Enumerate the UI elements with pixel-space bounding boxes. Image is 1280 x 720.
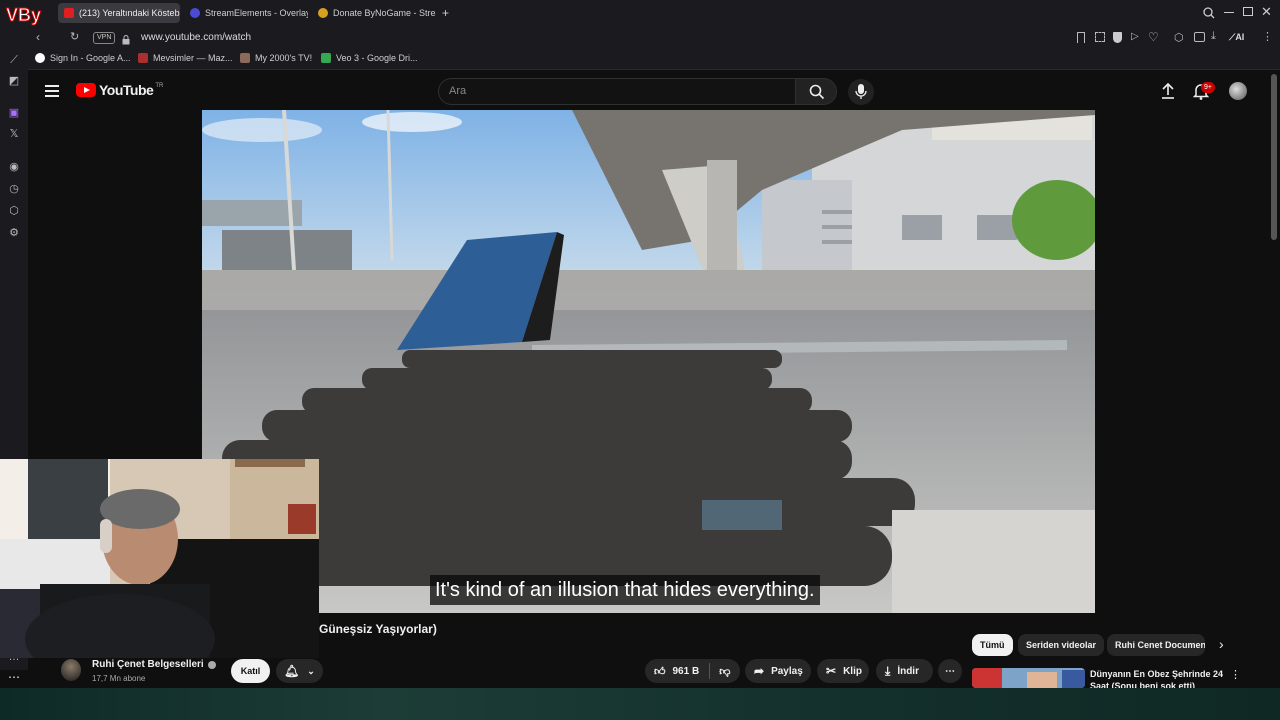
- wallet-icon[interactable]: [1194, 32, 1205, 42]
- youtube-logo[interactable]: YouTube TR: [76, 82, 163, 98]
- like-dislike-group: 👍︎ 961 B 👎︎: [645, 659, 740, 683]
- bookmarks-bar: Sign In - Google A... Mevsimler — Maz...…: [0, 50, 1280, 70]
- microphone-icon: [855, 84, 867, 99]
- aria-icon[interactable]: ⟋: [7, 53, 21, 67]
- bookmark-mevsimler[interactable]: Mevsimler — Maz...: [138, 53, 233, 63]
- stream-overlay-strip: [0, 688, 1280, 720]
- scissors-icon: ✂︎: [826, 664, 837, 678]
- chip-all[interactable]: Tümü: [972, 634, 1013, 656]
- video-subtitle: It's kind of an illusion that hides ever…: [430, 575, 820, 605]
- shield-icon[interactable]: [1113, 32, 1122, 43]
- chip-series-videos[interactable]: Seriden videolar: [1018, 634, 1105, 656]
- subscriber-count: 17,7 Mn abone: [92, 674, 146, 683]
- clip-button[interactable]: ✂︎ Klip: [817, 659, 869, 683]
- player-icon[interactable]: ◉: [7, 160, 21, 174]
- more-options-button[interactable]: ⋯: [938, 659, 962, 683]
- upload-icon[interactable]: [1161, 82, 1175, 104]
- download-button[interactable]: ⤓ İndir: [876, 659, 933, 683]
- bookmark-veo3-drive[interactable]: Veo 3 - Google Dri...: [321, 53, 418, 63]
- rec-menu-icon[interactable]: ⋮: [1230, 668, 1241, 681]
- tab-youtube[interactable]: (213) Yeraltındaki Köstebe: [58, 3, 180, 23]
- back-icon[interactable]: ‹: [36, 30, 40, 44]
- heart-icon[interactable]: ♡: [1148, 30, 1159, 44]
- settings-icon[interactable]: ⚙: [7, 226, 21, 240]
- page-scrollbar[interactable]: [1271, 74, 1277, 240]
- video-title: Güneşsiz Yaşıyorlar): [319, 622, 437, 636]
- chevron-right-icon[interactable]: ›: [1219, 636, 1224, 652]
- reload-icon[interactable]: ↻: [70, 30, 79, 43]
- dislike-button[interactable]: 👎︎: [719, 665, 730, 678]
- streamelements-favicon-icon: [190, 8, 200, 18]
- account-avatar[interactable]: [1229, 82, 1247, 100]
- messenger-icon[interactable]: ◩: [7, 74, 21, 88]
- vpn-badge[interactable]: VPN: [93, 32, 116, 44]
- more-actions-icon[interactable]: ⋯: [8, 670, 20, 684]
- download-icon[interactable]: ⤓: [1211, 30, 1216, 43]
- svg-text:VBy: VBy: [6, 5, 41, 25]
- voice-search-button[interactable]: [848, 79, 874, 105]
- lock-icon[interactable]: [122, 32, 130, 45]
- download-arrow-icon: ⤓: [885, 663, 891, 678]
- restore-icon[interactable]: [1243, 7, 1253, 16]
- search-tabs-icon[interactable]: [1203, 6, 1215, 24]
- mevsimler-favicon-icon: [138, 53, 148, 63]
- tab-donate[interactable]: Donate ByNoGame - Strea: [312, 3, 436, 23]
- more-horizontal-icon: ⋯: [945, 665, 955, 677]
- notification-badge: 9+: [1201, 82, 1215, 93]
- extensions-icon[interactable]: ⬡: [1174, 31, 1184, 44]
- youtube-favicon-icon: [64, 8, 74, 18]
- search-input[interactable]: Ara: [438, 78, 796, 105]
- ai-button[interactable]: ⟋AI: [1229, 32, 1244, 43]
- new-tab-button[interactable]: +: [438, 3, 456, 23]
- verified-icon: [207, 660, 216, 669]
- browser-tab-bar: VBy (213) Yeraltındaki Köstebe StreamEle…: [0, 0, 1280, 26]
- hamburger-menu-icon[interactable]: [45, 85, 59, 97]
- chip-ruhi-cenet[interactable]: Ruhi Cenet Documen: [1107, 634, 1205, 656]
- bookmark-icon[interactable]: [1077, 32, 1085, 43]
- bookmark-my-2000s-tv[interactable]: My 2000's TV!: [240, 53, 312, 63]
- google-favicon-icon: [35, 53, 45, 63]
- share-arrow-icon: ➦: [754, 664, 765, 678]
- webcam-feed: [0, 459, 319, 658]
- thumbs-up-icon: 👍︎: [654, 665, 666, 678]
- x-twitter-icon[interactable]: 𝕏: [7, 127, 21, 141]
- close-window-icon[interactable]: ✕: [1261, 4, 1272, 20]
- snapshot-icon[interactable]: [1095, 32, 1105, 42]
- play-icon[interactable]: ▷: [1131, 31, 1139, 42]
- google-drive-favicon-icon: [321, 53, 331, 63]
- channel-avatar[interactable]: [61, 659, 81, 681]
- donate-favicon-icon: [318, 8, 328, 18]
- minimize-icon[interactable]: [1224, 12, 1234, 13]
- twitch-icon[interactable]: ▣: [7, 106, 21, 120]
- like-button[interactable]: 👍︎ 961 B: [645, 665, 699, 678]
- channel-name[interactable]: Ruhi Çenet Belgeselleri: [92, 659, 216, 670]
- subscribed-bell-button[interactable]: 🔔︎ ⌄: [276, 659, 323, 683]
- address-bar: ‹ ↻ VPN www.youtube.com/watch ▷ ♡ ⬡ ⤓ ⟋A…: [0, 26, 1280, 50]
- rec-thumbnail[interactable]: [972, 668, 1085, 688]
- join-button[interactable]: Katıl: [231, 659, 270, 683]
- search-icon: [809, 84, 825, 100]
- webcam-overlay: [0, 459, 319, 658]
- search-button[interactable]: [795, 78, 837, 105]
- share-button[interactable]: ➦ Paylaş: [745, 659, 811, 683]
- chevron-down-icon: ⌄: [307, 665, 315, 676]
- thumbs-down-icon: 👎︎: [719, 665, 731, 678]
- url-field[interactable]: www.youtube.com/watch: [141, 32, 251, 43]
- video-player[interactable]: [202, 110, 1095, 613]
- browser-logo: VBy: [4, 2, 54, 26]
- youtube-play-icon: [76, 83, 96, 97]
- tv-favicon-icon: [240, 53, 250, 63]
- rec-title[interactable]: Dünyanın En Obez Şehrinde 24 Saat (Sonu …: [1090, 668, 1225, 688]
- menu-dots-icon[interactable]: ⋮: [1262, 30, 1273, 43]
- bell-icon: 🔔︎: [284, 664, 300, 678]
- history-icon[interactable]: ◷: [7, 182, 21, 196]
- bookmark-google-signin[interactable]: Sign In - Google A...: [35, 53, 131, 63]
- extensions-sidebar-icon[interactable]: ⬡: [7, 204, 21, 218]
- video-frame: [202, 110, 1095, 613]
- tab-streamelements[interactable]: StreamElements - Overlay: [184, 3, 308, 23]
